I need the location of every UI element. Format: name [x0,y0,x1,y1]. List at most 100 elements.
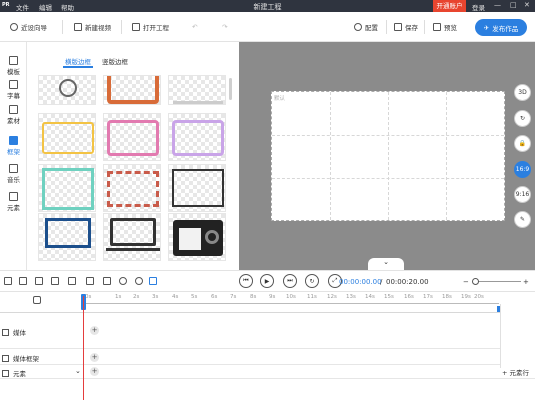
toolbar-divider [386,20,387,34]
ruler-tick: 11s [307,294,317,300]
sidebar-item-label: 模板 [7,68,20,76]
ruler-tick: 7s [230,294,237,300]
frame-thumbnail-1[interactable] [38,75,96,105]
recent-button[interactable]: 近设向导 [10,21,47,33]
prev-frame-button[interactable]: ⏮ [239,274,253,288]
effect-icon[interactable] [149,277,157,285]
frame-thumbnail-11[interactable] [103,213,161,261]
ruler-tick: 1s [115,294,122,300]
ratio-16-9-button[interactable]: 16:9 [514,161,531,178]
frame-thumbnail-9[interactable] [168,164,226,212]
vip-button[interactable]: 开通账户 [433,0,466,12]
add-icon[interactable]: + [90,353,99,362]
frame-thumbnail-12[interactable] [168,213,226,261]
ruler-tick: 19s [461,294,471,300]
tool-icon[interactable] [68,277,76,285]
publish-icon: ✈ [483,23,490,32]
current-time: 00:00:00.00 [339,278,382,286]
sidebar-item-material[interactable]: 素材 [0,105,27,129]
collapse-toggle[interactable]: ⌄ [368,258,404,270]
track-media[interactable]: 媒体 + [0,313,500,349]
track-element[interactable]: 元素 ⌄ + [0,365,535,379]
sidebar-item-template[interactable]: 模板 [0,56,27,80]
frame-thumbnail-5[interactable] [103,113,161,161]
ruler-tick: 8s [250,294,257,300]
track-name: 媒体框架 [13,355,39,363]
ratio-9-16-button[interactable]: 9:16 [514,186,531,203]
track-label: 元素 [2,368,26,378]
lock-button[interactable]: 🔒 [514,135,531,152]
zoom-out-icon[interactable]: − [463,278,469,286]
sidebar-item-subtitle[interactable]: 字幕 [0,80,27,104]
media-frame-icon [2,354,9,362]
ruler-tick: 13s [346,294,356,300]
next-frame-button[interactable]: ⏭ [283,274,297,288]
mic-icon[interactable] [135,277,143,285]
edit-button[interactable]: ✎ [514,211,531,228]
frame-thumbnail-3[interactable] [168,75,226,105]
zoom-slider[interactable] [476,281,521,282]
tool-icon[interactable] [86,277,94,285]
track-media-frame[interactable]: 媒体框架 + [0,349,500,365]
sidebar-item-label: 框架 [7,148,20,156]
ruler-tick: 3s [152,294,159,300]
close-icon[interactable]: ✕ [524,1,530,9]
rotate-button[interactable]: ↻ [514,110,531,127]
grid-line [388,92,389,220]
maximize-icon[interactable]: □ [510,1,517,9]
loop-button[interactable]: ↻ [305,274,319,288]
music-icon [9,164,18,173]
frame-thumbnail-10[interactable] [38,213,96,261]
play-button[interactable]: ▶ [260,274,274,288]
undo-button[interactable]: ↶ [192,21,197,33]
toolbar: 近设向导 新建视频 打开工程 ↶ ↷ 配置 保存 预览 ✈ 发布作品 [0,12,535,42]
sidebar-item-label: 字幕 [7,92,20,100]
publish-button[interactable]: ✈ 发布作品 [475,19,527,36]
gear-icon [354,23,362,31]
open-project-button[interactable]: 打开工程 [132,21,169,33]
frame-thumbnail-8[interactable] [103,164,161,212]
frame-thumbnail-4[interactable] [38,113,96,161]
ruler-tick: 16s [404,294,414,300]
sidebar-item-frame[interactable]: 框架 [0,136,27,160]
zoom-slider-knob[interactable] [472,278,479,285]
config-button[interactable]: 配置 [354,21,378,33]
sidebar-item-music[interactable]: 音乐 [0,164,27,188]
add-element-track-button[interactable]: + 元素行 [502,367,529,377]
tool-icon[interactable] [51,277,59,285]
control-bar: ⏮ ▶ ⏭ ↻ ⤢ 00:00:00.00 / 00:00:20.00 − + [0,270,535,292]
tab-vertical-frame[interactable]: 竖版边框 [102,56,128,66]
chevron-down-icon[interactable]: ⌄ [75,367,81,375]
time-ruler[interactable]: 0s 1s 2s 3s 4s 5s 6s 7s 8s 9s 10s 11s 12… [83,294,499,304]
zoom-in-icon[interactable]: + [523,278,529,286]
tool-icon[interactable] [103,277,111,285]
login-link[interactable]: 登录 [472,2,485,12]
track-label: 媒体 [2,327,26,337]
redo-button[interactable]: ↷ [222,21,227,33]
add-icon[interactable]: + [90,326,99,335]
tab-horizontal-frame[interactable]: 横版边框 [65,56,91,66]
ruler-tick: 12s [327,294,337,300]
canvas-watermark: 默认 [274,96,286,102]
grid-line [272,135,504,136]
canvas-preview[interactable]: 默认 [271,91,505,221]
add-icon[interactable]: + [90,367,99,376]
3d-button[interactable]: 3D [514,84,531,101]
ruler-tick: 20s [474,294,484,300]
frame-thumbnail-6[interactable] [168,113,226,161]
frame-thumbnail-7[interactable] [38,164,96,212]
new-video-button[interactable]: 新建视频 [74,21,111,33]
title-bar: PR 文件 编辑 帮助 新建工程 开通账户 登录 — □ ✕ [0,0,535,12]
playhead[interactable] [83,296,84,400]
tool-icon[interactable] [35,277,43,285]
minimize-icon[interactable]: — [494,1,501,9]
frame-thumbnail-2[interactable] [103,75,161,105]
tool-icon[interactable] [4,277,12,285]
save-button[interactable]: 保存 [394,21,418,33]
tool-icon[interactable] [19,277,27,285]
lock-icon[interactable] [33,296,41,304]
user-icon[interactable] [119,277,127,285]
panel-scrollbar[interactable] [229,78,232,100]
preview-button[interactable]: 预览 [433,21,457,33]
sidebar-item-element[interactable]: 元素 [0,192,27,216]
